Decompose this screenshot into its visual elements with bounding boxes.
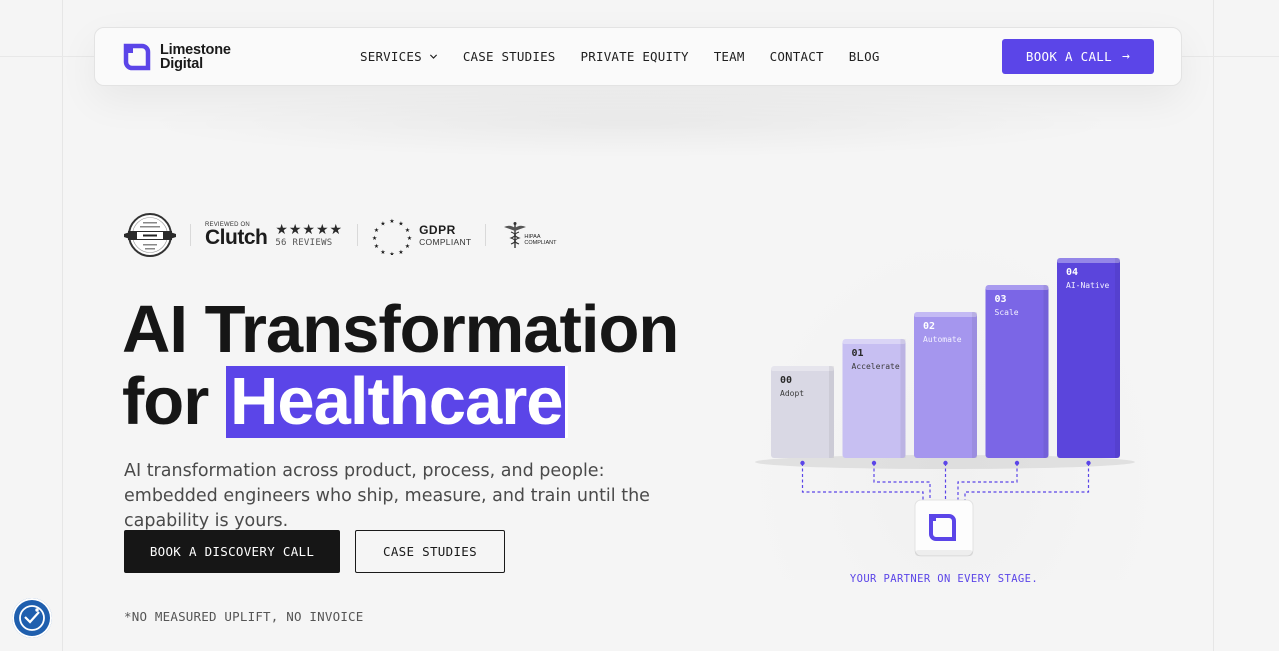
hub-logo-icon bbox=[914, 499, 974, 557]
frame-line-left bbox=[62, 0, 63, 651]
nav-link-team[interactable]: TEAM bbox=[714, 49, 745, 64]
hipaa-subtitle: COMPLIANT bbox=[524, 240, 557, 246]
stage-number: 04 bbox=[1066, 267, 1078, 278]
stage-bar-00: 00 Adopt bbox=[771, 366, 834, 458]
stage-label: Accelerate bbox=[852, 362, 900, 371]
svg-text:★: ★ bbox=[389, 218, 394, 225]
gdpr-title: GDPR bbox=[419, 223, 456, 237]
book-discovery-call-button[interactable]: BOOK A DISCOVERY CALL bbox=[124, 530, 340, 573]
nav-link-label: CONTACT bbox=[769, 49, 824, 64]
brand-name-line1: Limestone bbox=[160, 42, 231, 58]
nav-link-label: TEAM bbox=[713, 49, 745, 64]
svg-text:★: ★ bbox=[372, 235, 377, 242]
book-a-call-label: BOOK A CALL bbox=[1025, 49, 1112, 64]
nav-link-label: SERVICES bbox=[360, 49, 422, 64]
limestone-logo-icon bbox=[123, 43, 151, 71]
accessibility-button[interactable] bbox=[12, 598, 52, 638]
svg-text:★: ★ bbox=[407, 235, 412, 242]
stage-bar-04: 04 AI-Native bbox=[1057, 258, 1120, 458]
arrow-right-icon: → bbox=[1121, 49, 1131, 64]
stage-label: Scale bbox=[995, 308, 1019, 317]
gdpr-subtitle: COMPLIANT bbox=[419, 237, 472, 247]
nav-link-services[interactable]: SERVICES bbox=[360, 49, 438, 64]
nav-shadow bbox=[130, 88, 1130, 158]
stage-number: 00 bbox=[780, 375, 792, 386]
nav-link-contact[interactable]: CONTACT bbox=[770, 49, 824, 64]
stage-bar-03: 03 Scale bbox=[985, 285, 1049, 458]
stages-illustration: 00 Adopt 01 Accelerate 02 Automate 03 Scale 04 AI… bbox=[745, 230, 1165, 600]
svg-text:★: ★ bbox=[405, 227, 410, 234]
nav-link-label: PRIVATE EQUITY bbox=[580, 49, 689, 64]
stage-bar-01: 01 Accelerate bbox=[842, 339, 906, 458]
stage-bar-02: 02 Automate bbox=[914, 312, 977, 458]
svg-text:★: ★ bbox=[374, 243, 379, 250]
brand-logo[interactable]: Limestone Digital bbox=[122, 42, 231, 72]
chevron-down-icon bbox=[429, 54, 437, 59]
top-nav: Limestone Digital SERVICES CASE STUDIES … bbox=[94, 27, 1182, 86]
no-uplift-footnote: *NO MEASURED UPLIFT, NO INVOICE bbox=[124, 609, 364, 624]
partner-caption: YOUR PARTNER ON EVERY STAGE. bbox=[849, 573, 1039, 585]
svg-text:★: ★ bbox=[380, 221, 385, 228]
svg-text:★: ★ bbox=[389, 251, 394, 255]
hero-title-highlight: Healthcare bbox=[225, 364, 568, 439]
hero-title: AI Transformation for Healthcare bbox=[122, 292, 679, 438]
stage-label: Adopt bbox=[780, 389, 804, 398]
clutch-wordmark: Clutch bbox=[205, 226, 268, 249]
book-a-call-button[interactable]: BOOK A CALL → bbox=[1002, 39, 1154, 74]
eu-stars-icon: ★ ★★ ★★★ ★★★ ★★★ bbox=[372, 218, 412, 255]
brand-name-line2: Digital bbox=[160, 56, 203, 72]
badge-divider bbox=[190, 224, 191, 246]
stage-number: 03 bbox=[995, 294, 1007, 305]
clutch-award-badge bbox=[124, 212, 176, 258]
frame-line-right bbox=[1213, 0, 1214, 651]
trust-badges: REVIEWED ON Clutch ★★★★★ 56 REVIEWS ★ ★ ★ … bbox=[124, 212, 556, 258]
badge-divider bbox=[485, 224, 487, 246]
svg-text:★: ★ bbox=[374, 227, 379, 234]
stage-number: 02 bbox=[923, 321, 935, 332]
nav-link-case-studies[interactable]: CASE STUDIES bbox=[463, 49, 556, 64]
svg-text:★: ★ bbox=[398, 221, 403, 228]
stage-label: Automate bbox=[923, 335, 962, 344]
svg-text:★: ★ bbox=[380, 249, 385, 255]
stage-label: AI-Native bbox=[1066, 281, 1110, 290]
clutch-rating: ★★★★★ 56 REVIEWS bbox=[275, 221, 344, 249]
nav-link-label: BLOG bbox=[848, 49, 880, 64]
nav-link-blog[interactable]: BLOG bbox=[849, 49, 880, 64]
hero-title-line2: for Healthcare bbox=[122, 366, 678, 438]
nav-links: SERVICES CASE STUDIES PRIVATE EQUITY TEA… bbox=[360, 28, 905, 85]
case-studies-button[interactable]: CASE STUDIES bbox=[355, 530, 505, 573]
stages-chart: 00 Adopt 01 Accelerate 02 Automate 03 Scale 04 AI… bbox=[755, 258, 1135, 557]
badge-divider bbox=[357, 224, 359, 246]
stage-number: 01 bbox=[852, 348, 864, 359]
accessibility-icon bbox=[19, 605, 45, 631]
svg-text:★: ★ bbox=[398, 249, 403, 255]
hipaa-badge: HIPAA COMPLIANT bbox=[500, 220, 556, 250]
nav-link-label: CASE STUDIES bbox=[462, 49, 556, 64]
hero-highlight-text: Healthcare bbox=[229, 364, 564, 439]
hero-subtitle: AI transformation across product, proces… bbox=[124, 461, 650, 531]
review-count: 56 REVIEWS bbox=[275, 238, 333, 248]
clutch-award-icon bbox=[124, 213, 176, 257]
brand-name: Limestone Digital bbox=[160, 42, 231, 72]
hero-title-prefix: for bbox=[122, 364, 209, 439]
gdpr-badge: ★ ★ ★ ★ ★ ★ ★ ★ ★ ★ ★ ★ GDPR COMPLIANT bbox=[372, 215, 471, 255]
clutch-reviews-badge[interactable]: REVIEWED ON Clutch ★★★★★ 56 REVIEWS bbox=[205, 221, 344, 249]
nav-link-private-equity[interactable]: PRIVATE EQUITY bbox=[581, 49, 689, 64]
hero-title-line1: AI Transformation bbox=[122, 292, 679, 367]
star-rating-icon: ★★★★★ bbox=[275, 221, 344, 237]
svg-text:★: ★ bbox=[405, 243, 410, 250]
